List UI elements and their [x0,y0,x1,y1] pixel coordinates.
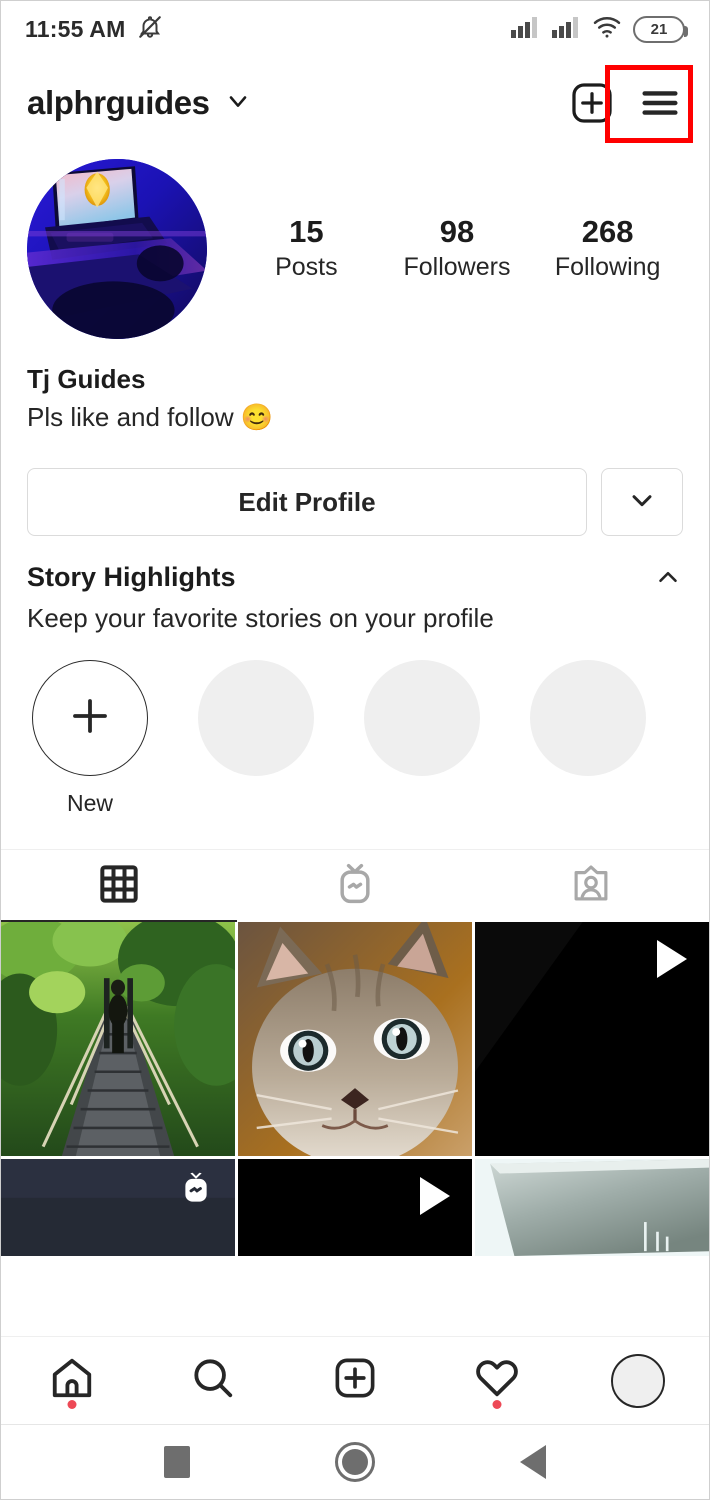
battery-level: 21 [650,20,668,38]
highlight-placeholder-circle [530,660,646,777]
post-image-jungle-rope-bridge [1,922,235,1157]
stat-value: 98 [439,214,475,250]
post-image-tabby-kitten [238,922,472,1157]
play-icon [657,940,687,979]
plus-icon [66,692,114,745]
circle-icon[interactable] [334,1442,375,1482]
status-bar-left: 11:55 AM [25,14,163,45]
stat-posts[interactable]: 15 Posts [251,214,361,283]
triangle-back-icon[interactable] [520,1445,547,1479]
highlight-placeholder-circle [364,660,480,777]
profile-avatar-image [27,159,207,339]
chevron-up-icon[interactable] [653,562,683,597]
tab-igtv[interactable] [237,850,473,922]
status-bar-right: 21 [510,15,688,44]
account-switcher[interactable]: alphrguides [27,84,252,122]
igtv-icon [179,1171,213,1205]
plus-square-icon[interactable] [569,80,615,126]
notification-dot [492,1399,502,1409]
edit-profile-button[interactable]: Edit Profile [27,468,587,537]
stat-value: 15 [289,214,324,250]
bio-text: Pls like and follow 😊 [27,401,274,432]
grid-post[interactable] [475,1159,709,1257]
cellular-signal-icon [551,15,581,44]
stat-label: Following [554,253,661,282]
nav-create[interactable] [305,1337,405,1425]
story-highlights-subtitle: Keep your favorite stories on your profi… [27,603,494,634]
header-actions [569,80,683,126]
plus-square-icon [332,1355,378,1406]
grid-icon [99,864,139,909]
wifi-icon [592,15,622,44]
bell-muted-icon [137,14,163,45]
highlight-placeholder[interactable] [193,660,319,777]
profile-tabs [1,849,709,923]
heart-icon [474,1355,520,1406]
tab-tagged[interactable] [473,850,709,922]
home-icon [49,1355,95,1406]
profile-bio: Tj Guides Pls like and follow 😊 [1,339,709,436]
hamburger-menu-icon[interactable] [637,80,683,126]
profile-options-button[interactable] [601,468,683,537]
highlight-placeholder[interactable] [525,660,651,777]
profile-stats: 15 Posts 98 Followers 268 Following [217,214,683,283]
story-highlights-title: Story Highlights [27,562,236,593]
play-icon [420,1177,450,1216]
grid-post[interactable] [238,922,472,1157]
chevron-down-icon [626,484,658,521]
grid-post[interactable] [1,1159,235,1257]
status-bar: 11:55 AM 21 [1,1,709,57]
tagged-person-icon [570,863,612,910]
story-highlights-header: Story Highlights [1,536,709,597]
stat-label: Followers [403,253,511,282]
profile-header: alphrguides [1,57,709,149]
story-highlights-row: New [1,634,709,817]
profile-summary: 15 Posts 98 Followers 268 Following [1,149,709,339]
cellular-signal-icon [510,15,540,44]
chevron-down-icon[interactable] [224,87,252,120]
nav-search[interactable] [163,1337,263,1425]
igtv-icon [333,862,377,911]
stat-followers[interactable]: 98 Followers [402,214,512,283]
avatar[interactable] [27,159,207,339]
android-system-nav [1,1424,709,1499]
grid-post[interactable] [238,1159,472,1257]
nav-activity[interactable] [447,1337,547,1425]
search-icon [190,1355,236,1406]
add-highlight-circle[interactable] [32,660,148,777]
highlight-placeholder[interactable] [359,660,485,777]
profile-actions: Edit Profile [1,436,709,537]
battery-icon: 21 [633,15,688,43]
display-name: Tj Guides [27,364,146,394]
highlight-placeholder-circle [198,660,314,777]
stat-label: Posts [275,253,338,282]
square-icon[interactable] [163,1446,190,1478]
stat-value: 268 [581,214,634,250]
grid-post[interactable] [475,922,709,1157]
post-grid [1,922,709,1257]
highlight-new-label: New [66,790,113,817]
page-title: alphrguides [27,84,210,121]
post-image-laptop-lid [475,1159,709,1257]
notification-dot [67,1399,77,1409]
grid-post[interactable] [1,922,235,1157]
nav-home[interactable] [22,1337,122,1425]
stat-following[interactable]: 268 Following [553,214,663,283]
bottom-navigation [1,1336,709,1424]
tab-grid[interactable] [1,850,237,923]
highlight-new[interactable]: New [27,660,153,817]
status-time: 11:55 AM [25,15,126,42]
nav-profile[interactable] [588,1337,688,1425]
profile-avatar-icon [611,1353,666,1408]
